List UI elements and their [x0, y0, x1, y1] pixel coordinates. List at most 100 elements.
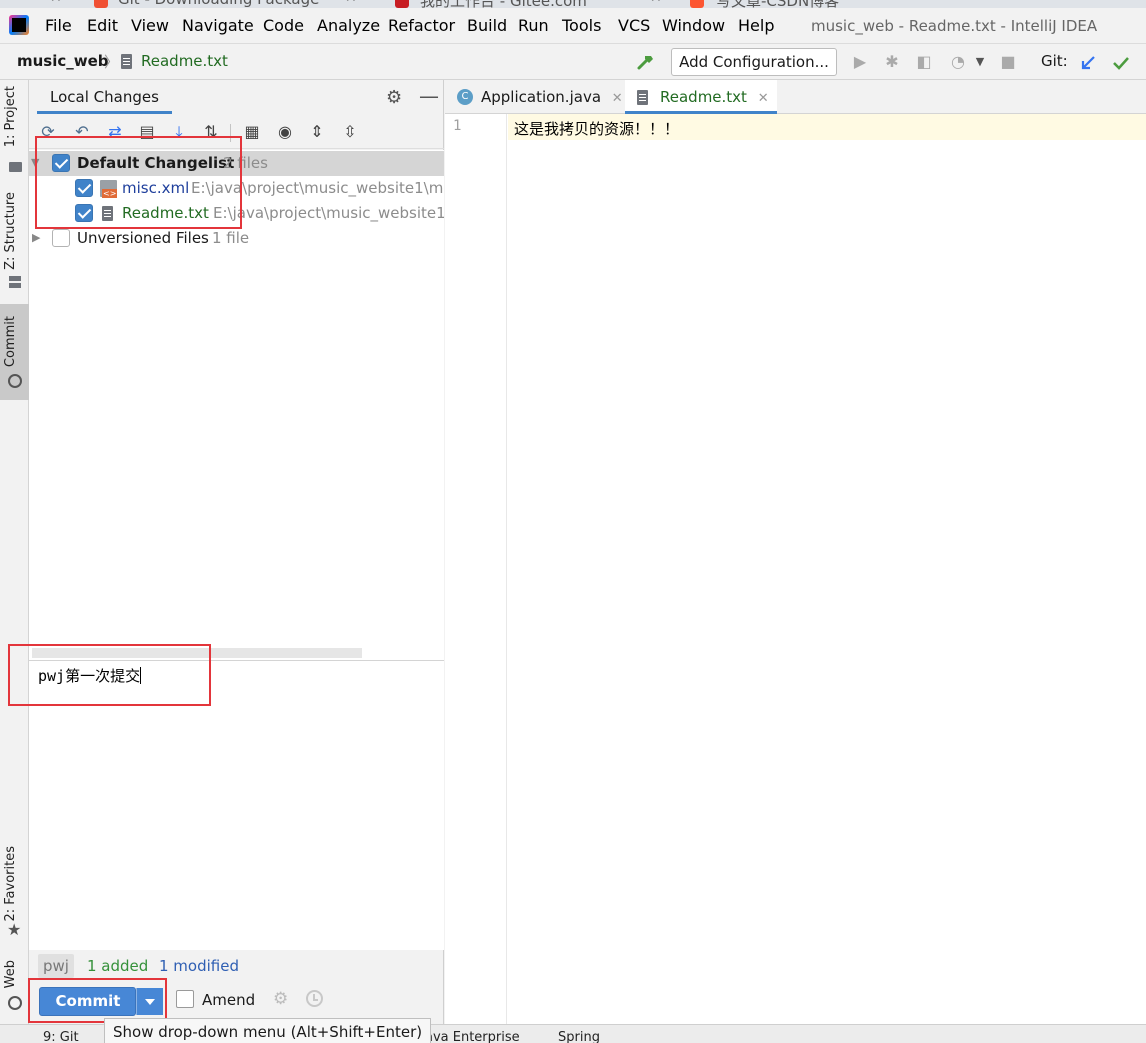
toolbar-separator	[230, 124, 231, 142]
browser-tab-git[interactable]: Git - Downloading Package	[118, 0, 319, 8]
close-icon[interactable]: ✕	[650, 0, 662, 6]
breadcrumb-separator: 〉	[104, 53, 120, 71]
menu-tools[interactable]: Tools	[562, 16, 601, 35]
editor-tab-readme[interactable]: Readme.txt ✕	[625, 80, 777, 114]
file-row[interactable]: misc.xml E:\java\project\music_website1\…	[29, 176, 444, 201]
editor-tab-application[interactable]: C Application.java ✕	[449, 80, 631, 114]
profile-icon[interactable]: ◔	[948, 52, 968, 72]
unversioned-label: Unversioned Files	[77, 229, 209, 247]
breadcrumb-file[interactable]: Readme.txt	[141, 52, 228, 70]
debug-icon[interactable]: ✱	[882, 52, 902, 72]
horizontal-scrollbar[interactable]	[32, 648, 362, 658]
commit-button[interactable]: Commit	[39, 987, 163, 1016]
unversioned-checkbox[interactable]	[52, 229, 70, 247]
menu-vcs[interactable]: VCS	[618, 16, 650, 35]
refresh-icon[interactable]: ⟳	[37, 121, 59, 143]
author-chip[interactable]: pwj	[38, 954, 74, 978]
menu-window[interactable]: Window	[662, 16, 725, 35]
menu-file[interactable]: File	[45, 16, 72, 35]
bottom-tab-java-enterprise[interactable]: ava Enterprise	[425, 1030, 520, 1043]
commit-message-input[interactable]: pwj第一次提交	[29, 660, 444, 950]
stop-icon[interactable]: ■	[998, 52, 1018, 72]
tool-tab-favorites[interactable]: 2: Favorites ★	[0, 846, 29, 942]
menu-navigate[interactable]: Navigate	[182, 16, 254, 35]
menu-code[interactable]: Code	[263, 16, 304, 35]
close-icon[interactable]: ✕	[345, 0, 357, 6]
left-tool-stripe: 1: Project Z: Structure Commit 2: Favori…	[0, 80, 29, 1024]
tab-local-changes[interactable]: Local Changes	[37, 80, 172, 114]
changelist-count: 2 files	[223, 154, 268, 172]
build-hammer-icon[interactable]	[636, 52, 656, 72]
amend-checkbox[interactable]	[176, 990, 194, 1008]
update-icon[interactable]: ⤓	[168, 121, 190, 143]
tool-tab-commit[interactable]: Commit	[0, 304, 29, 400]
amend-label[interactable]: Amend	[202, 991, 255, 1009]
expand-arrow-icon[interactable]: ▼	[31, 156, 39, 169]
stat-added-link[interactable]: 1 added	[87, 957, 148, 975]
chevron-down-icon[interactable]: ▼	[970, 52, 990, 72]
stat-modified-link[interactable]: 1 modified	[159, 957, 239, 975]
csdn-icon	[690, 0, 704, 8]
menu-build[interactable]: Build	[467, 16, 507, 35]
tool-tab-structure[interactable]: Z: Structure	[0, 192, 29, 292]
menu-run[interactable]: Run	[518, 16, 549, 35]
menu-analyze[interactable]: Analyze	[317, 16, 380, 35]
diff-icon[interactable]: ⇄	[104, 121, 126, 143]
breadcrumb-project[interactable]: music_web	[17, 52, 109, 70]
menu-edit[interactable]: Edit	[87, 16, 118, 35]
git-label: Git:	[1041, 52, 1068, 70]
tool-tab-project[interactable]: 1: Project	[0, 86, 29, 178]
view-options-eye-icon[interactable]: ◉	[274, 121, 296, 143]
changelist-name: Default Changelist	[77, 154, 235, 172]
menu-view[interactable]: View	[131, 16, 169, 35]
tool-tab-structure-label: Z: Structure	[3, 192, 18, 270]
hide-panel-icon[interactable]: —	[419, 84, 439, 108]
coverage-icon[interactable]: ◧	[914, 52, 934, 72]
menu-bar: File Edit View Navigate Code Analyze Ref…	[0, 8, 1146, 44]
text-file-icon	[637, 90, 648, 105]
commit-options-gear-icon[interactable]: ⚙	[273, 989, 288, 1009]
unversioned-row[interactable]: ▶ Unversioned Files 1 file	[29, 226, 444, 251]
gitee-icon	[395, 0, 409, 8]
bottom-tab-spring[interactable]: Spring	[558, 1030, 600, 1043]
menu-refactor[interactable]: Refactor	[388, 16, 455, 35]
changelist-checkbox[interactable]	[52, 154, 70, 172]
close-icon[interactable]: ✕	[612, 91, 623, 106]
commit-icon	[8, 374, 22, 388]
run-icon[interactable]: ▶	[850, 52, 870, 72]
collapse-all-icon[interactable]: ⇳	[339, 121, 361, 143]
close-icon[interactable]: ✕	[50, 0, 62, 6]
browser-tab-gitee[interactable]: 我的工作台 - Gitee.com	[420, 0, 587, 8]
tool-tab-web[interactable]: Web	[0, 960, 29, 1016]
file-checkbox[interactable]	[75, 204, 93, 222]
browser-tab-csdn[interactable]: 写文章-CSDN博客	[716, 0, 839, 8]
navigation-bar: music_web 〉 Readme.txt Add Configuration…	[0, 44, 1146, 80]
file-row[interactable]: Readme.txt E:\java\project\music_website…	[29, 201, 444, 226]
expand-arrow-icon[interactable]: ▶	[32, 231, 40, 244]
commit-dropdown-button[interactable]	[136, 988, 163, 1015]
tool-tab-commit-label: Commit	[3, 316, 18, 368]
code-editor[interactable]: 1 这是我拷贝的资源！！！	[445, 114, 1146, 1024]
shelve-icon[interactable]: ⇅	[200, 121, 222, 143]
git-commit-check-icon[interactable]	[1111, 53, 1131, 73]
close-icon[interactable]: ✕	[758, 91, 769, 106]
globe-icon	[8, 996, 22, 1010]
expand-all-icon[interactable]: ⇕	[306, 121, 328, 143]
text-file-icon	[102, 206, 113, 221]
gear-icon[interactable]: ⚙	[386, 87, 402, 108]
file-checkbox[interactable]	[75, 179, 93, 197]
intellij-logo-icon	[9, 15, 29, 35]
git-update-icon[interactable]	[1078, 53, 1098, 73]
structure-icon	[9, 276, 21, 288]
add-configuration-button[interactable]: Add Configuration...	[671, 48, 837, 76]
menu-help[interactable]: Help	[738, 16, 774, 35]
group-by-icon[interactable]: ▦	[241, 121, 263, 143]
changelist-row[interactable]: ▼ Default Changelist 2 files	[29, 151, 444, 176]
tool-tab-favorites-label: 2: Favorites	[3, 846, 18, 922]
commit-message-text: pwj第一次提交	[38, 667, 142, 685]
history-clock-icon[interactable]	[306, 990, 323, 1007]
bottom-tab-git[interactable]: 9: Git	[43, 1030, 79, 1043]
rollback-icon[interactable]: ↶	[71, 121, 93, 143]
commit-button-label: Commit	[55, 992, 121, 1010]
show-diff-icon[interactable]: ▤	[136, 121, 158, 143]
